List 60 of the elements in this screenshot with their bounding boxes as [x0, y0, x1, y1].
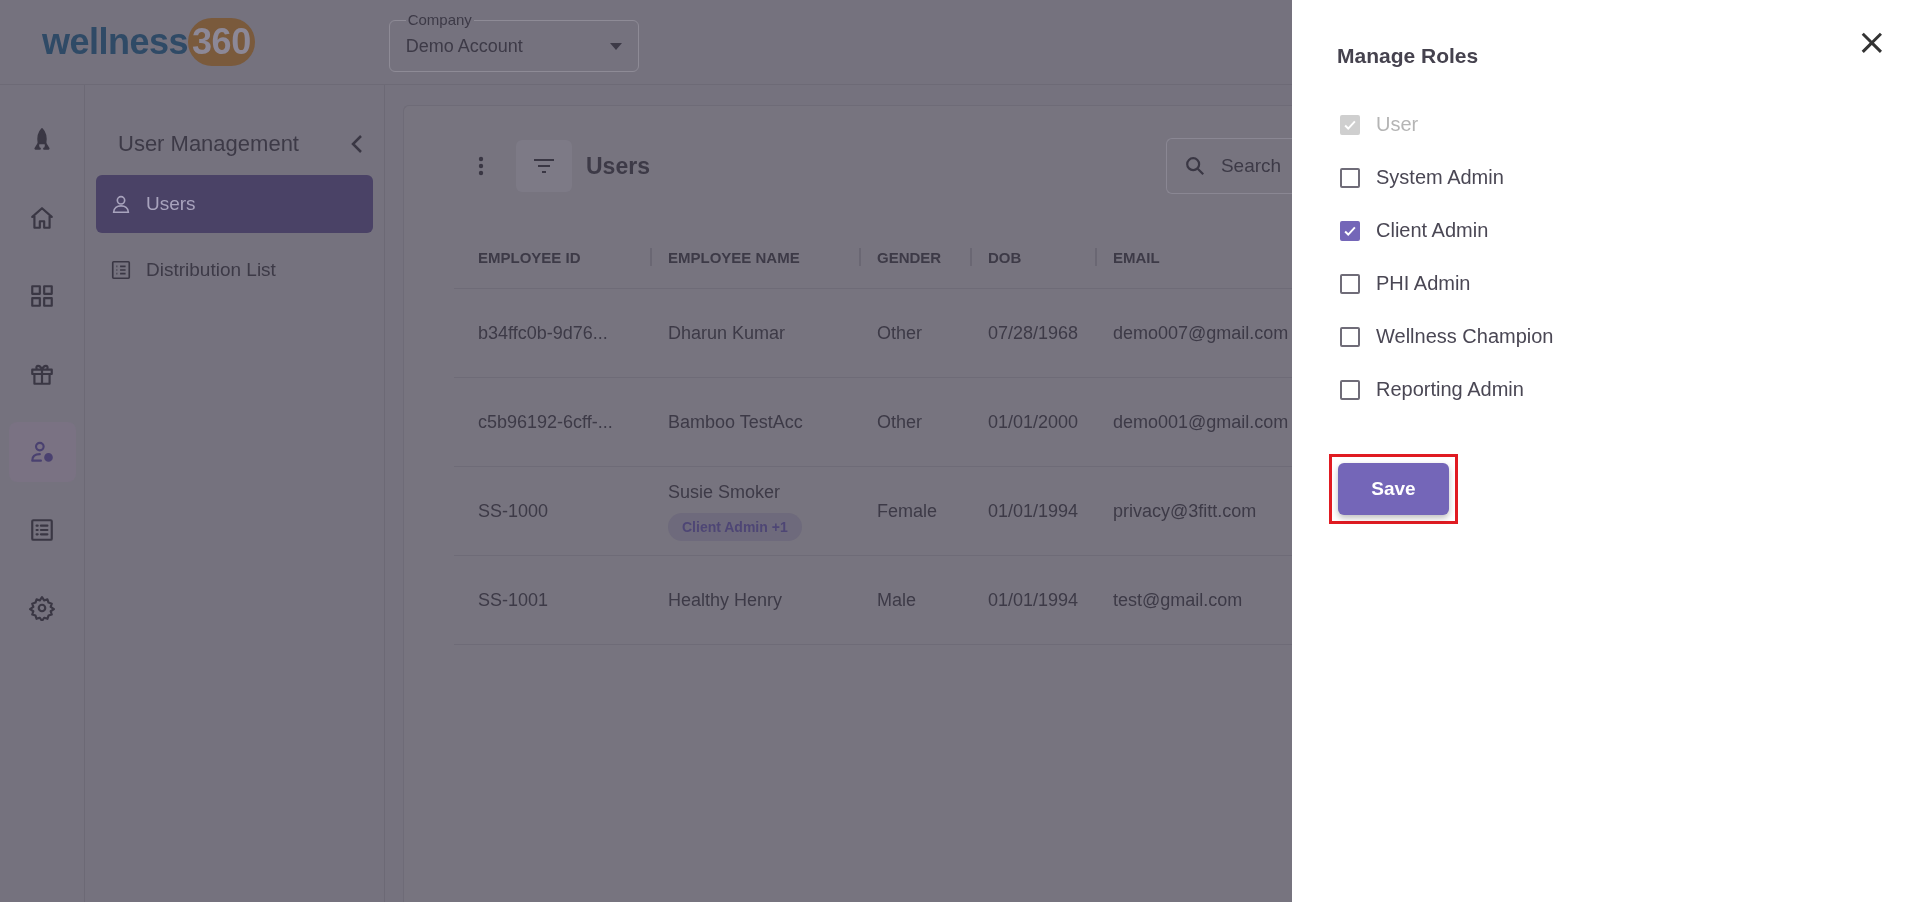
column-header: DOB: [988, 248, 1022, 266]
grid-icon: [29, 283, 55, 309]
table-cell: Healthy Henry: [668, 589, 783, 611]
table-cell: 07/28/1968: [988, 322, 1079, 344]
table-cell: Other: [877, 322, 923, 344]
logo: wellness360: [42, 18, 255, 66]
sidebar-item[interactable]: Distribution List: [96, 241, 373, 299]
checkbox[interactable]: [1340, 326, 1360, 347]
column-header: EMAIL: [1113, 248, 1160, 266]
table-cell: Female: [877, 500, 938, 522]
checkbox-label: Wellness Champion: [1376, 325, 1554, 348]
gear-icon: [29, 595, 55, 621]
list-icon: [110, 259, 132, 281]
search-icon: [1183, 155, 1206, 177]
user-icon: [110, 193, 132, 215]
table-cell: b34ffc0b-9d76...: [478, 322, 608, 344]
nav-item[interactable]: [8, 422, 76, 482]
table-cell: 01/01/1994: [988, 589, 1079, 611]
table-cell: Bamboo TestAcc: [668, 411, 803, 433]
column-header: EMPLOYEE ID: [478, 248, 581, 266]
checkbox-label: Client Admin: [1376, 219, 1489, 242]
list-icon: [29, 517, 55, 543]
table-cell: Susie Smoker: [668, 481, 781, 503]
caret-icon: [609, 43, 622, 50]
table-cell: test@gmail.com: [1113, 589, 1243, 611]
checkbox-label: User: [1376, 113, 1419, 136]
table-cell: 01/01/2000: [988, 411, 1079, 433]
company-select[interactable]: Company Demo Account: [388, 12, 639, 72]
close-button[interactable]: ×: [1856, 28, 1887, 56]
checkbox-label: System Admin: [1376, 166, 1504, 189]
column-header: GENDER: [877, 248, 942, 266]
page-title: Users: [586, 152, 650, 180]
save-button[interactable]: Save: [1338, 463, 1449, 515]
filter-icon: [533, 158, 555, 174]
collapse-icon[interactable]: [351, 134, 363, 154]
filter-button[interactable]: [516, 140, 572, 192]
table-cell: Other: [877, 411, 923, 433]
drawer-title: Manage Roles: [1337, 44, 1479, 68]
table-cell: SS-1000: [478, 500, 549, 522]
table-cell: Male: [877, 589, 916, 611]
checkbox-label: Reporting Admin: [1376, 378, 1524, 401]
home-icon: [29, 205, 55, 231]
search-field[interactable]: Search: [1165, 138, 1292, 194]
column-header: EMPLOYEE NAME: [668, 248, 800, 266]
table-cell: c5b96192-6cff-...: [478, 411, 613, 433]
more-icon[interactable]: [478, 156, 484, 176]
checkbox-label: PHI Admin: [1376, 272, 1471, 295]
table-cell: demo007@gmail.com: [1113, 322, 1289, 344]
table-cell: privacy@3fitt.com: [1113, 500, 1257, 522]
checkbox[interactable]: [1340, 273, 1360, 294]
checkbox[interactable]: [1340, 379, 1360, 400]
table-cell: demo001@gmail.com: [1113, 411, 1289, 433]
sidebar-title: User Management: [118, 131, 299, 157]
user-gear-icon: [29, 439, 55, 465]
table-cell: Dharun Kumar: [668, 322, 786, 344]
checkbox[interactable]: [1340, 220, 1360, 241]
checkbox[interactable]: [1340, 167, 1360, 188]
sidebar-item[interactable]: Users: [96, 175, 373, 233]
table-cell: SS-1001: [478, 589, 549, 611]
table-cell: 01/01/1994: [988, 500, 1079, 522]
